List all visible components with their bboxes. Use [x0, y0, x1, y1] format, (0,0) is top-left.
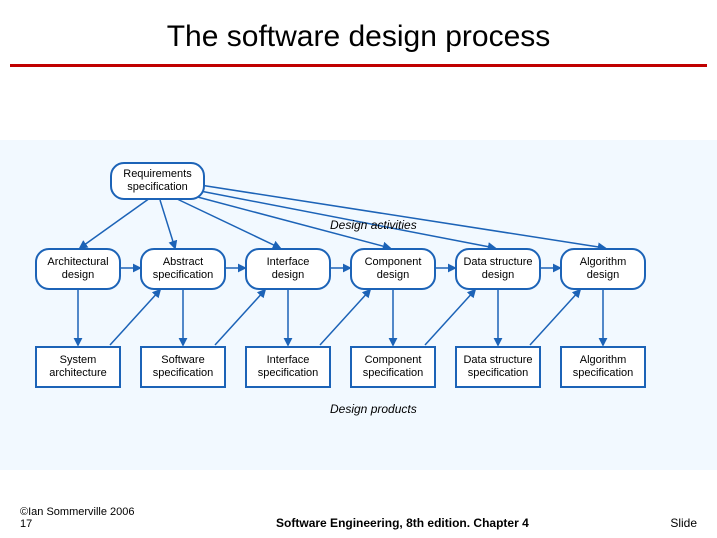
node-system-architecture: System architecture — [35, 346, 121, 388]
label-design-activities: Design activities — [330, 218, 417, 232]
node-data-structure-design: Data structure design — [455, 248, 541, 290]
label-design-products: Design products — [330, 402, 417, 416]
node-interface-specification: Interface specification — [245, 346, 331, 388]
slide-title: The software design process — [0, 0, 717, 64]
node-interface-design: Interface design — [245, 248, 331, 290]
slide-footer: ©Ian Sommerville 2006 17 Software Engine… — [0, 506, 717, 538]
node-requirements-spec: Requirements specification — [110, 162, 205, 200]
footer-page-number: 17 — [20, 518, 135, 530]
node-architectural-design: Architectural design — [35, 248, 121, 290]
title-rule — [10, 64, 707, 67]
node-abstract-specification: Abstract specification — [140, 248, 226, 290]
diagram-arrows — [0, 140, 717, 470]
node-data-structure-specification: Data structure specification — [455, 346, 541, 388]
node-component-design: Component design — [350, 248, 436, 290]
footer-book-ref: Software Engineering, 8th edition. Chapt… — [135, 516, 671, 530]
footer-copyright-text: ©Ian Sommerville 2006 — [20, 506, 135, 518]
node-software-specification: Software specification — [140, 346, 226, 388]
footer-copyright: ©Ian Sommerville 2006 17 — [20, 506, 135, 530]
diagram-area: Requirements specification Design activi… — [0, 140, 717, 470]
footer-slide-label: Slide — [670, 516, 697, 530]
node-component-specification: Component specification — [350, 346, 436, 388]
node-algorithm-specification: Algorithm specification — [560, 346, 646, 388]
node-algorithm-design: Algorithm design — [560, 248, 646, 290]
